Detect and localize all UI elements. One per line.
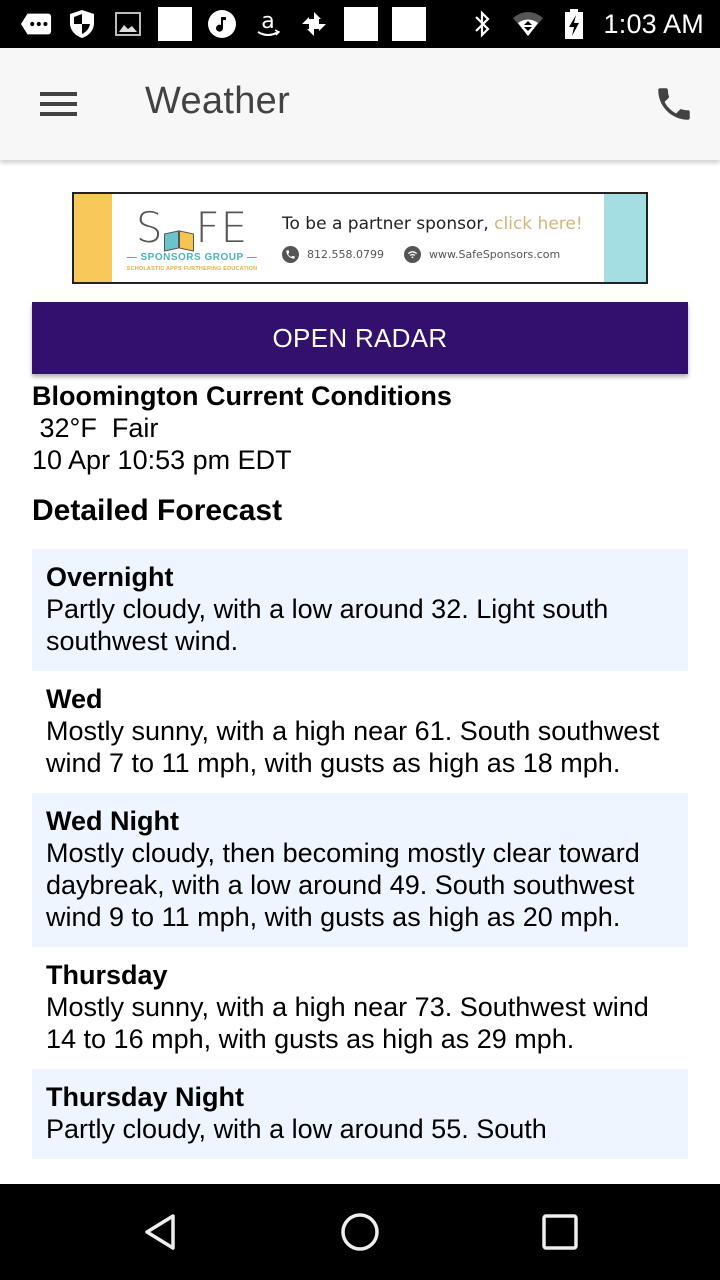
open-radar-button[interactable]: OPEN RADAR xyxy=(32,302,688,374)
back-icon xyxy=(145,1214,175,1250)
forecast-text: Mostly sunny, with a high near 61. South… xyxy=(46,716,660,778)
status-bar: a 1:03 AM xyxy=(0,0,720,48)
forecast-period: Thursday xyxy=(46,960,168,990)
notification-icons: a xyxy=(20,7,426,41)
messages-icon xyxy=(20,8,52,40)
ad-website: www.SafeSponsors.com xyxy=(403,245,560,263)
recents-icon xyxy=(542,1214,578,1250)
ad-contacts: 812.558.0799 www.SafeSponsors.com xyxy=(282,245,583,263)
call-button[interactable] xyxy=(646,76,702,132)
conditions-title: Bloomington Current Conditions xyxy=(32,381,452,411)
safe-sponsors-logo: S FE — SPONSORS GROUP — SCHOLASTIC APPS … xyxy=(112,194,272,282)
system-nav-bar xyxy=(0,1184,720,1280)
forecast-list: Overnight Partly cloudy, with a low arou… xyxy=(32,549,688,1159)
forecast-text: Mostly cloudy, then becoming mostly clea… xyxy=(46,838,640,932)
logo-wordmark: S FE xyxy=(135,203,249,252)
ad-headline: To be a partner sponsor, click here! xyxy=(282,213,583,234)
logo-group-text: — SPONSORS GROUP — xyxy=(126,252,258,263)
shield-icon xyxy=(66,8,98,40)
forecast-period: Overnight xyxy=(46,562,174,592)
battery-charging-icon xyxy=(558,8,590,40)
gallery-icon xyxy=(112,8,144,40)
current-temperature: 32°F Fair xyxy=(32,413,159,443)
forecast-text: Partly cloudy, with a low around 55. Sou… xyxy=(46,1114,547,1144)
forecast-period: Wed Night xyxy=(46,806,179,836)
wifi-icon xyxy=(403,245,421,263)
forecast-item: Wed Mostly sunny, with a high near 61. S… xyxy=(32,671,688,793)
forecast-text: Partly cloudy, with a low around 32. Lig… xyxy=(46,594,609,656)
ad-phone: 812.558.0799 xyxy=(282,245,384,263)
open-book-icon xyxy=(164,226,195,252)
weather-content: S FE — SPONSORS GROUP — SCHOLASTIC APPS … xyxy=(0,160,720,1184)
phone-icon xyxy=(658,88,690,120)
wifi-icon xyxy=(512,8,544,40)
forecast-period: Wed xyxy=(46,684,103,714)
conditions-timestamp: 10 Apr 10:53 pm EDT xyxy=(32,445,292,475)
home-icon xyxy=(341,1213,379,1251)
forecast-item: Wed Night Mostly cloudy, then becoming m… xyxy=(32,793,688,947)
ad-left-stripe xyxy=(74,194,112,282)
forecast-item: Thursday Mostly sunny, with a high near … xyxy=(32,947,688,1069)
app-bar: Weather xyxy=(0,48,720,160)
blank-notification-icon xyxy=(344,7,378,41)
forecast-text: Mostly sunny, with a high near 73. South… xyxy=(46,992,649,1054)
bluetooth-icon xyxy=(466,8,498,40)
forecast-heading: Detailed Forecast xyxy=(32,494,283,527)
music-icon xyxy=(206,8,238,40)
forecast-period: Thursday Night xyxy=(46,1082,245,1112)
system-icons: 1:03 AM xyxy=(466,8,704,40)
forecast-item: Overnight Partly cloudy, with a low arou… xyxy=(32,549,688,671)
amazon-icon: a xyxy=(252,8,284,40)
recents-button[interactable] xyxy=(532,1208,588,1256)
svg-text:a: a xyxy=(261,9,274,34)
pinwheel-icon xyxy=(298,8,330,40)
page-title: Weather xyxy=(145,80,291,122)
ad-text: To be a partner sponsor, click here! 812… xyxy=(272,194,583,282)
ad-right-stripe xyxy=(604,194,646,282)
blank-notification-icon xyxy=(158,7,192,41)
clock: 1:03 AM xyxy=(603,8,704,39)
menu-icon xyxy=(39,92,77,116)
back-button[interactable] xyxy=(132,1208,188,1256)
ad-click-here-link[interactable]: click here! xyxy=(494,214,583,234)
phone-icon xyxy=(282,245,299,263)
sponsor-ad-banner[interactable]: S FE — SPONSORS GROUP — SCHOLASTIC APPS … xyxy=(72,192,648,284)
blank-notification-icon xyxy=(392,7,426,41)
logo-tagline: SCHOLASTIC APPS FURTHERING EDUCATION xyxy=(126,266,258,272)
current-conditions: Bloomington Current Conditions 32°F Fair… xyxy=(32,380,688,476)
home-button[interactable] xyxy=(332,1208,388,1256)
menu-button[interactable] xyxy=(30,76,86,132)
forecast-item: Thursday Night Partly cloudy, with a low… xyxy=(32,1069,688,1159)
